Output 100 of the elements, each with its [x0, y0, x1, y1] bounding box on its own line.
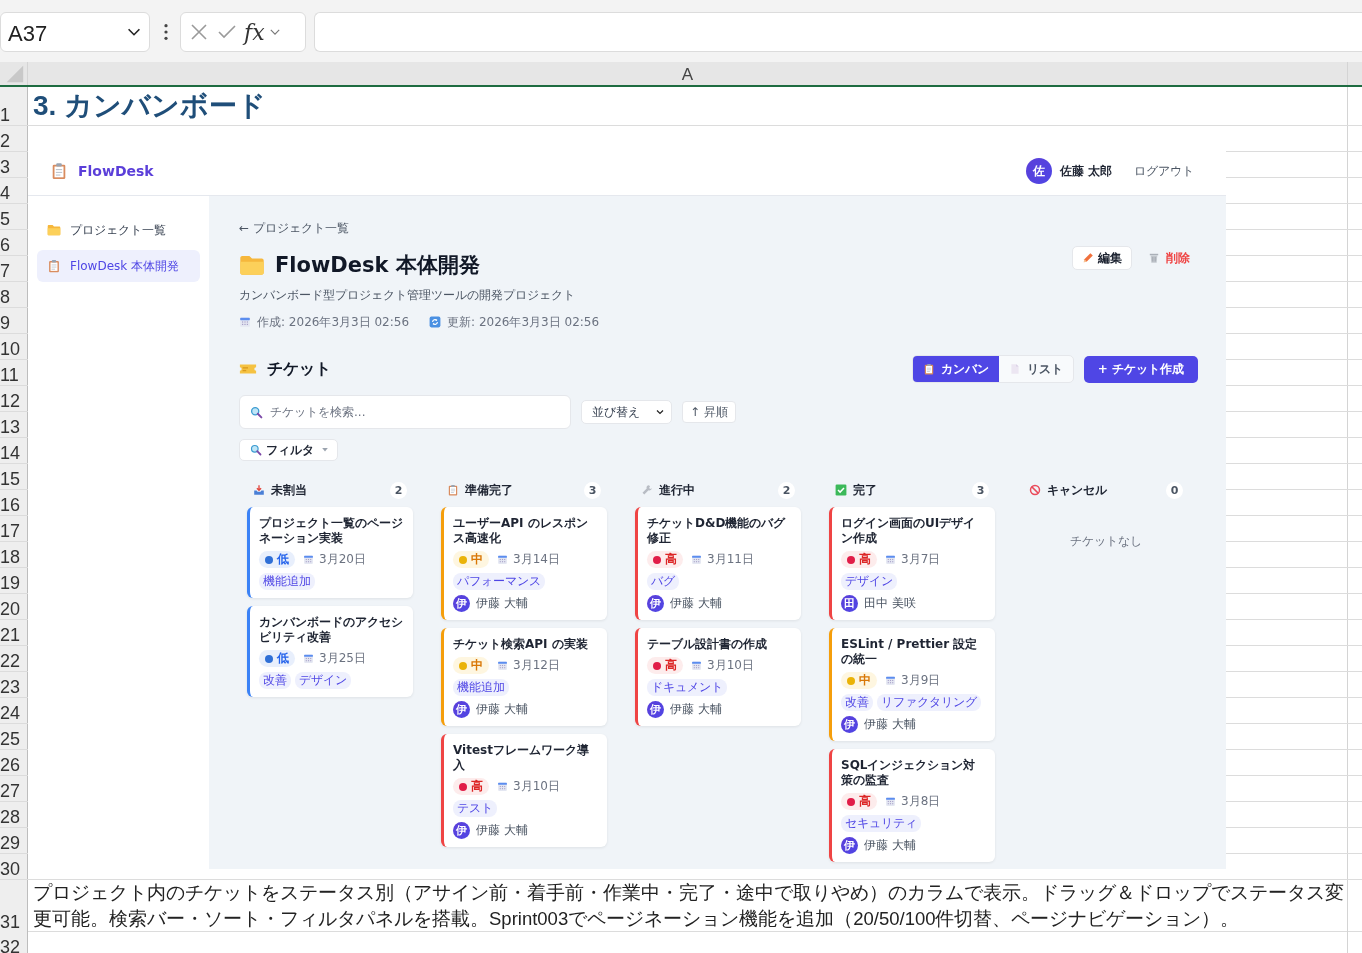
count-badge: 3 — [972, 481, 989, 499]
assignee-name: 伊藤 大輔 — [864, 716, 916, 733]
priority-tag: 高 — [841, 551, 877, 568]
count-badge: 0 — [1166, 481, 1183, 499]
insert-function-button[interactable]: fx — [241, 17, 268, 47]
row-number[interactable]: 22 — [0, 646, 27, 671]
row-number[interactable]: 15 — [0, 464, 27, 489]
ticket-card[interactable]: プロジェクト一覧のページネーション実装 低 3月20日 機能追加 — [247, 507, 413, 598]
calendar-icon — [497, 554, 508, 565]
calendar-icon — [239, 316, 251, 328]
row-number[interactable]: 31 — [0, 880, 27, 932]
view-tab[interactable]: カンバン — [912, 356, 999, 382]
sidebar-item[interactable]: FlowDesk 本体開発 — [37, 250, 200, 282]
row-number[interactable]: 5 — [0, 204, 27, 229]
row-number[interactable]: 26 — [0, 750, 27, 775]
row-number[interactable]: 16 — [0, 490, 27, 515]
priority-tag: 高 — [453, 778, 489, 795]
assignee-name: 伊藤 大輔 — [476, 701, 528, 718]
row-number[interactable]: 27 — [0, 776, 27, 801]
sort-dropdown[interactable]: 並び替え — [581, 400, 672, 424]
formula-input[interactable] — [314, 12, 1362, 52]
priority-tag: 中 — [841, 672, 877, 689]
clipboard-icon — [50, 162, 68, 180]
row-number[interactable]: 18 — [0, 542, 27, 567]
assignee-name: 伊藤 大輔 — [476, 822, 528, 839]
due-date: 3月7日 — [901, 551, 941, 568]
row-number[interactable]: 3 — [0, 152, 27, 177]
user-avatar: 佐 — [1025, 158, 1052, 184]
calendar-icon — [885, 796, 896, 807]
brand-name[interactable]: FlowDesk — [78, 163, 154, 179]
folder-icon — [47, 223, 61, 237]
assignee-avatar: 伊 — [647, 595, 664, 612]
ticket-card[interactable]: カンバンボードのアクセシビリティ改善 低 3月25日 改善 デザイン — [247, 606, 413, 697]
row-number[interactable]: 24 — [0, 698, 27, 723]
ticket-card[interactable]: チケット検索API の実装 中 3月12日 機能追加 伊 伊藤 大輔 — [441, 628, 607, 726]
calendar-icon — [885, 554, 896, 565]
row-number[interactable]: 28 — [0, 802, 27, 827]
sort-order-button[interactable]: ↑ 昇順 — [682, 401, 736, 423]
back-link[interactable]: ← プロジェクト一覧 — [239, 220, 1198, 236]
cross-icon — [189, 22, 209, 42]
row-number[interactable]: 20 — [0, 594, 27, 619]
search-field[interactable]: チケットを検索... — [239, 395, 571, 429]
row-number[interactable]: 10 — [0, 334, 27, 359]
calendar-icon — [497, 781, 508, 792]
clipboard-icon — [447, 484, 459, 496]
row-number[interactable]: 13 — [0, 412, 27, 437]
create-ticket-button[interactable]: + チケット作成 — [1083, 355, 1198, 383]
ticket-card[interactable]: チケットD&D機能のバグ修正 高 3月11日 バグ 伊 伊藤 大輔 — [635, 507, 801, 620]
row-number[interactable]: 2 — [0, 126, 27, 151]
logout-button[interactable]: ログアウト — [1128, 161, 1200, 181]
due-date: 3月8日 — [901, 793, 941, 810]
ticket-card[interactable]: ユーザーAPI のレスポンス高速化 中 3月14日 パフォーマンス 伊 伊藤 大輔 — [441, 507, 607, 620]
ticket-card[interactable]: テーブル設計書の作成 高 3月10日 ドキュメント 伊 伊藤 大輔 — [635, 628, 801, 726]
ticket-card[interactable]: SQLインジェクション対策の監査 高 3月8日 セキュリティ 伊 伊藤 大輔 — [829, 749, 995, 862]
row-number[interactable]: 4 — [0, 178, 27, 203]
tag: 改善 — [259, 672, 291, 689]
due-date: 3月14日 — [513, 551, 560, 568]
project-description: カンバンボード型プロジェクト管理ツールの開発プロジェクト — [239, 287, 576, 303]
due-date: 3月11日 — [707, 551, 754, 568]
row-number[interactable]: 21 — [0, 620, 27, 645]
row-number[interactable]: 6 — [0, 230, 27, 255]
row-number[interactable]: 12 — [0, 386, 27, 411]
ticket-card[interactable]: ログイン画面のUIデザイン作成 高 3月7日 デザイン 田 田中 美咲 — [829, 507, 995, 620]
row-number[interactable]: 29 — [0, 828, 27, 853]
row-number[interactable]: 8 — [0, 282, 27, 307]
name-box[interactable]: A37 — [0, 12, 150, 52]
column-title: キャンセル — [1047, 481, 1107, 499]
edit-button[interactable]: 編集 — [1072, 246, 1132, 270]
sidebar-item[interactable]: プロジェクト一覧 — [37, 214, 200, 246]
ticket-card[interactable]: Vitestフレームワーク導入 高 3月10日 テスト 伊 伊藤 大輔 — [441, 734, 607, 847]
row-number[interactable]: 19 — [0, 568, 27, 593]
row-number[interactable]: 23 — [0, 672, 27, 697]
row-number[interactable]: 25 — [0, 724, 27, 749]
user-name: 佐藤 太郎 — [1059, 162, 1112, 180]
due-date: 3月9日 — [901, 672, 941, 689]
due-date: 3月10日 — [513, 778, 560, 795]
assignee-avatar: 伊 — [453, 595, 470, 612]
view-tab[interactable]: リスト — [998, 356, 1073, 382]
calendar-icon — [303, 653, 314, 664]
clipboard-icon — [922, 363, 935, 375]
row-number[interactable]: 1 — [0, 87, 27, 125]
row-number[interactable]: 30 — [0, 854, 27, 879]
row-number[interactable]: 17 — [0, 516, 27, 541]
row-number[interactable]: 9 — [0, 308, 27, 333]
ticket-card[interactable]: ESLint / Prettier 設定の統一 中 3月9日 改善 リファクタリング 伊 伊藤 大輔 — [829, 628, 995, 741]
row-number[interactable]: 14 — [0, 438, 27, 463]
filter-button[interactable]: フィルタ — [239, 439, 338, 461]
assignee-avatar: 伊 — [453, 701, 470, 718]
row-number[interactable]: 11 — [0, 360, 27, 385]
priority-tag: 高 — [647, 657, 683, 674]
column-header[interactable]: A — [28, 62, 1347, 85]
ticket-title: チケット検索API の実装 — [453, 637, 589, 652]
count-badge: 3 — [584, 481, 601, 499]
tag: デザイン — [295, 672, 351, 689]
column-title: 完了 — [853, 481, 877, 499]
due-date: 3月12日 — [513, 657, 560, 674]
row-number[interactable]: 7 — [0, 256, 27, 281]
calendar-icon — [691, 554, 702, 565]
row-number[interactable]: 32 — [0, 932, 27, 953]
more-icon[interactable] — [163, 23, 169, 41]
